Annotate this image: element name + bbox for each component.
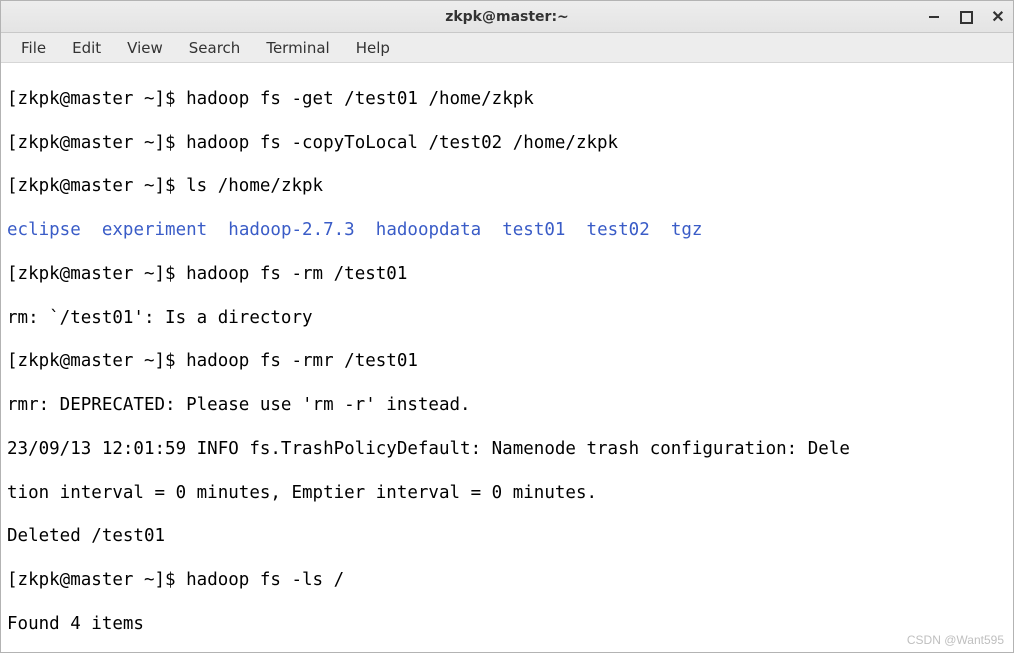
terminal-line: [zkpk@master ~]$ hadoop fs -rmr /test01 <box>7 351 1007 373</box>
ls-entry: eclipse <box>7 220 81 240</box>
prompt: [zkpk@master ~]$ <box>7 89 186 109</box>
watermark-text: CSDN @Want595 <box>907 633 1004 647</box>
ls-entry: hadoop-2.7.3 <box>228 220 354 240</box>
output-text: Deleted /test01 <box>7 526 165 546</box>
window-title: zkpk@master:~ <box>445 9 569 25</box>
terminal-line: [zkpk@master ~]$ hadoop fs -ls / <box>7 570 1007 592</box>
command-text: hadoop fs -rm /test01 <box>186 264 407 284</box>
command-text: hadoop fs -get /test01 /home/zkpk <box>186 89 534 109</box>
terminal-window: zkpk@master:~ ✕ File Edit View Search Te… <box>0 0 1014 653</box>
close-icon[interactable]: ✕ <box>989 8 1007 26</box>
terminal-output[interactable]: [zkpk@master ~]$ hadoop fs -get /test01 … <box>1 63 1013 652</box>
output-text: rmr: DEPRECATED: Please use 'rm -r' inst… <box>7 395 471 415</box>
command-text: hadoop fs -ls / <box>186 570 344 590</box>
terminal-line: Found 4 items <box>7 614 1007 636</box>
maximize-icon[interactable] <box>957 8 975 26</box>
terminal-line: 23/09/13 12:01:59 INFO fs.TrashPolicyDef… <box>7 439 1007 461</box>
terminal-line: eclipse experiment hadoop-2.7.3 hadoopda… <box>7 220 1007 242</box>
titlebar: zkpk@master:~ ✕ <box>1 1 1013 33</box>
terminal-line: Deleted /test01 <box>7 526 1007 548</box>
terminal-line: tion interval = 0 minutes, Emptier inter… <box>7 483 1007 505</box>
ls-entry: tgz <box>671 220 703 240</box>
prompt: [zkpk@master ~]$ <box>7 351 186 371</box>
terminal-line: [zkpk@master ~]$ hadoop fs -copyToLocal … <box>7 133 1007 155</box>
terminal-line: rm: `/test01': Is a directory <box>7 308 1007 330</box>
menu-search[interactable]: Search <box>177 35 253 61</box>
menu-help[interactable]: Help <box>344 35 402 61</box>
command-text: hadoop fs -rmr /test01 <box>186 351 418 371</box>
terminal-line: rmr: DEPRECATED: Please use 'rm -r' inst… <box>7 395 1007 417</box>
menu-edit[interactable]: Edit <box>60 35 113 61</box>
menu-view[interactable]: View <box>115 35 175 61</box>
prompt: [zkpk@master ~]$ <box>7 176 186 196</box>
menu-terminal[interactable]: Terminal <box>254 35 341 61</box>
prompt: [zkpk@master ~]$ <box>7 133 186 153</box>
ls-entry: hadoopdata <box>376 220 481 240</box>
window-controls: ✕ <box>925 1 1007 33</box>
command-text: ls /home/zkpk <box>186 176 323 196</box>
output-text: Found 4 items <box>7 614 144 634</box>
ls-entry: experiment <box>102 220 207 240</box>
command-text: hadoop fs -copyToLocal /test02 /home/zkp… <box>186 133 618 153</box>
terminal-line: [zkpk@master ~]$ hadoop fs -rm /test01 <box>7 264 1007 286</box>
output-text: 23/09/13 12:01:59 INFO fs.TrashPolicyDef… <box>7 439 850 459</box>
ls-entry: test02 <box>587 220 650 240</box>
terminal-line: [zkpk@master ~]$ hadoop fs -get /test01 … <box>7 89 1007 111</box>
output-text: rm: `/test01': Is a directory <box>7 308 313 328</box>
ls-entry: test01 <box>502 220 565 240</box>
menu-file[interactable]: File <box>9 35 58 61</box>
minimize-icon[interactable] <box>925 8 943 26</box>
menubar: File Edit View Search Terminal Help <box>1 33 1013 63</box>
output-text: tion interval = 0 minutes, Emptier inter… <box>7 483 597 503</box>
terminal-line: [zkpk@master ~]$ ls /home/zkpk <box>7 176 1007 198</box>
prompt: [zkpk@master ~]$ <box>7 570 186 590</box>
prompt: [zkpk@master ~]$ <box>7 264 186 284</box>
